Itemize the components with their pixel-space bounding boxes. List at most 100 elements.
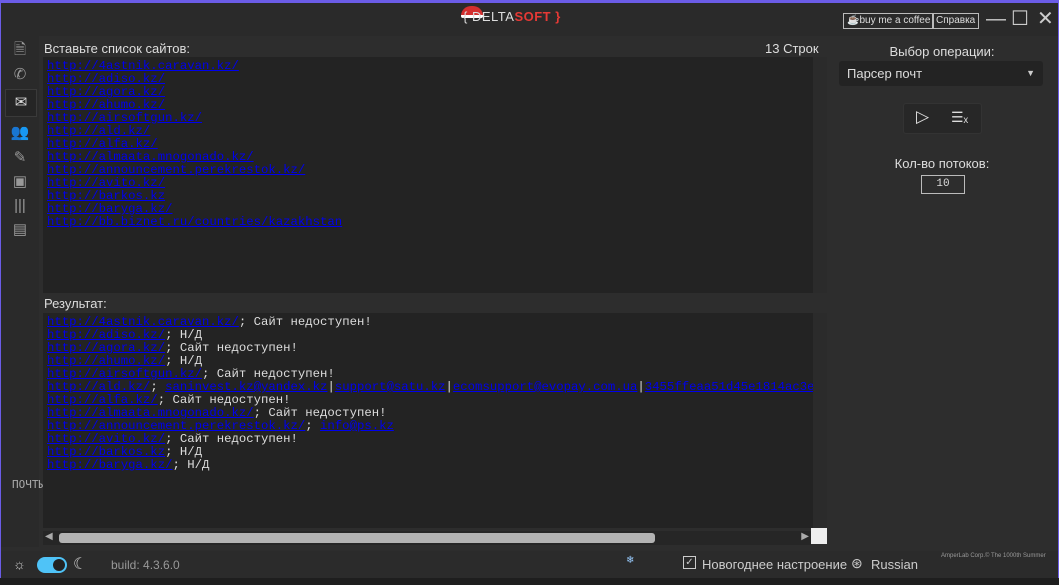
- moon-icon[interactable]: ☾: [73, 554, 87, 574]
- logo: { DELTASOFT }: [463, 9, 561, 24]
- email-separator: |: [445, 380, 453, 394]
- result-status: Н/Д: [179, 354, 202, 368]
- result-url[interactable]: http://announcement.perekrestok.kz/: [47, 419, 305, 433]
- scroll-corner: [811, 528, 827, 544]
- result-status: Сайт недоступен!: [216, 367, 335, 381]
- site-link[interactable]: http://adiso.kz/: [47, 72, 165, 86]
- site-link[interactable]: http://airsoftgun.kz/: [47, 111, 202, 125]
- section-vertical-label: ПОЧТЫ: [12, 478, 46, 491]
- operations-panel: Выбор операции: Парсер почт ▼ ▷ ☰ₓ Кол-во…: [837, 36, 1051, 546]
- result-url[interactable]: http://alfa.kz/: [47, 393, 158, 407]
- film-icon[interactable]: ▤: [9, 220, 31, 240]
- separator: ;: [157, 393, 173, 407]
- minimize-button[interactable]: —: [986, 7, 1006, 31]
- sidebar: 🗎 ✆ ✉ 👥 ✎ ▣ ||| ▤ ПОЧТЫ: [1, 36, 46, 547]
- threads-input[interactable]: 10: [921, 175, 965, 194]
- result-url[interactable]: http://agora.kz/: [47, 341, 165, 355]
- result-status: Сайт недоступен!: [179, 432, 298, 446]
- email-link[interactable]: 3455ffeaa51d45e1814ac3e07c1: [645, 380, 813, 394]
- sites-input[interactable]: http://4astnik.caravan.kz/http://adiso.k…: [43, 57, 813, 293]
- title-bar: { DELTASOFT } ☕buy me a coffee Справка —…: [1, 3, 1058, 36]
- cup-icon: ☕: [847, 15, 860, 26]
- result-url[interactable]: http://ahumo.kz/: [47, 354, 165, 368]
- result-url[interactable]: http://airsoftgun.kz/: [47, 367, 202, 381]
- clear-list-button[interactable]: ☰ₓ: [951, 109, 968, 126]
- separator: ;: [253, 406, 269, 420]
- email-link[interactable]: saninvest.kz@yandex.kz: [165, 380, 327, 394]
- maximize-button[interactable]: ☐: [1011, 7, 1029, 31]
- scroll-right-icon[interactable]: ▶: [801, 531, 809, 542]
- close-button[interactable]: ✕: [1037, 7, 1054, 31]
- language-select[interactable]: Russian: [871, 557, 918, 572]
- result-url[interactable]: http://adiso.kz/: [47, 328, 165, 342]
- copyright: AmperLab Corp.© The 1000th Summer: [941, 553, 1046, 559]
- email-separator: |: [637, 380, 645, 394]
- globe-icon[interactable]: ⊛: [851, 555, 863, 572]
- result-vscrollbar[interactable]: [813, 313, 827, 528]
- result-status: Н/Д: [179, 328, 202, 342]
- site-link[interactable]: http://bb.biznet.ru/countries/kazakhstan: [47, 215, 342, 229]
- help-button[interactable]: Справка: [932, 13, 980, 29]
- site-link[interactable]: http://alfa.kz/: [47, 137, 158, 151]
- separator: ;: [305, 419, 321, 433]
- site-link[interactable]: http://barkos.kz: [47, 189, 165, 203]
- separator: ;: [150, 380, 166, 394]
- scroll-thumb[interactable]: [59, 533, 655, 543]
- site-link[interactable]: http://avito.kz/: [47, 176, 165, 190]
- new-year-label: Новогоднее настроение: [702, 557, 848, 572]
- new-year-checkbox[interactable]: ✓: [683, 556, 696, 569]
- result-url[interactable]: http://baryga.kz/: [47, 458, 172, 472]
- site-link[interactable]: http://ahumo.kz/: [47, 98, 165, 112]
- image-icon[interactable]: ▣: [9, 172, 31, 192]
- site-link[interactable]: http://announcement.perekrestok.kz/: [47, 163, 305, 177]
- buy-coffee-button[interactable]: ☕buy me a coffee: [843, 13, 935, 29]
- input-line: http://bb.biznet.ru/countries/kazakhstan: [47, 216, 813, 229]
- email-link[interactable]: ecomsupport@evopay.com.ua: [453, 380, 637, 394]
- result-status: Сайт недоступен!: [253, 315, 372, 329]
- separator: ;: [165, 354, 180, 368]
- line-count: 13 Строк: [765, 41, 819, 56]
- separator: ;: [172, 458, 188, 472]
- separator: ;: [201, 367, 217, 381]
- result-output[interactable]: http://4astnik.caravan.kz/; Сайт недосту…: [43, 313, 813, 528]
- snowflake-icon: ❄: [626, 555, 635, 566]
- input-line: http://ald.kz/: [47, 125, 813, 138]
- theme-toggle[interactable]: [37, 557, 67, 573]
- site-link[interactable]: http://agora.kz/: [47, 85, 165, 99]
- edit-icon[interactable]: ✎: [9, 148, 31, 168]
- email-link[interactable]: info@ps.kz: [320, 419, 394, 433]
- site-link[interactable]: http://4astnik.caravan.kz/: [47, 59, 239, 73]
- result-url[interactable]: http://avito.kz/: [47, 432, 165, 446]
- separator: ;: [165, 445, 180, 459]
- site-link[interactable]: http://ald.kz/: [47, 124, 150, 138]
- separator: ;: [165, 432, 180, 446]
- result-url[interactable]: http://ald.kz/: [47, 380, 150, 394]
- play-button[interactable]: ▷: [916, 107, 929, 127]
- result-hscrollbar[interactable]: ◀ ▶: [43, 531, 811, 545]
- result-status: Сайт недоступен!: [268, 406, 387, 420]
- audio-icon[interactable]: |||: [9, 196, 31, 216]
- result-url[interactable]: http://4astnik.caravan.kz/: [47, 315, 239, 329]
- threads-label: Кол-во потоков:: [894, 156, 990, 171]
- result-status: Н/Д: [179, 445, 202, 459]
- sun-icon[interactable]: ☼: [13, 556, 26, 572]
- document-icon[interactable]: 🗎: [9, 40, 31, 60]
- users-icon[interactable]: 👥: [9, 123, 31, 143]
- footer: ☼ ☾ build: 4.3.6.0 ❄ ✓ Новогоднее настро…: [1, 551, 1058, 578]
- input-label: Вставьте список сайтов:: [44, 41, 191, 56]
- result-url[interactable]: http://almaata.mnogonado.kz/: [47, 406, 254, 420]
- result-status: Сайт недоступен!: [179, 341, 298, 355]
- scroll-left-icon[interactable]: ◀: [45, 531, 53, 542]
- input-line: http://airsoftgun.kz/: [47, 112, 813, 125]
- site-link[interactable]: http://baryga.kz/: [47, 202, 172, 216]
- email-link[interactable]: support@satu.kz: [335, 380, 446, 394]
- separator: ;: [165, 341, 180, 355]
- site-link[interactable]: http://almaata.mnogonado.kz/: [47, 150, 254, 164]
- result-status: Н/Д: [187, 458, 210, 472]
- phone-icon[interactable]: ✆: [9, 65, 31, 85]
- result-url[interactable]: http://barkos.kz: [47, 445, 165, 459]
- input-scrollbar[interactable]: [813, 57, 827, 293]
- operation-select[interactable]: Парсер почт ▼: [839, 61, 1043, 86]
- mail-icon[interactable]: ✉: [5, 89, 37, 117]
- build-version: build: 4.3.6.0: [111, 558, 180, 572]
